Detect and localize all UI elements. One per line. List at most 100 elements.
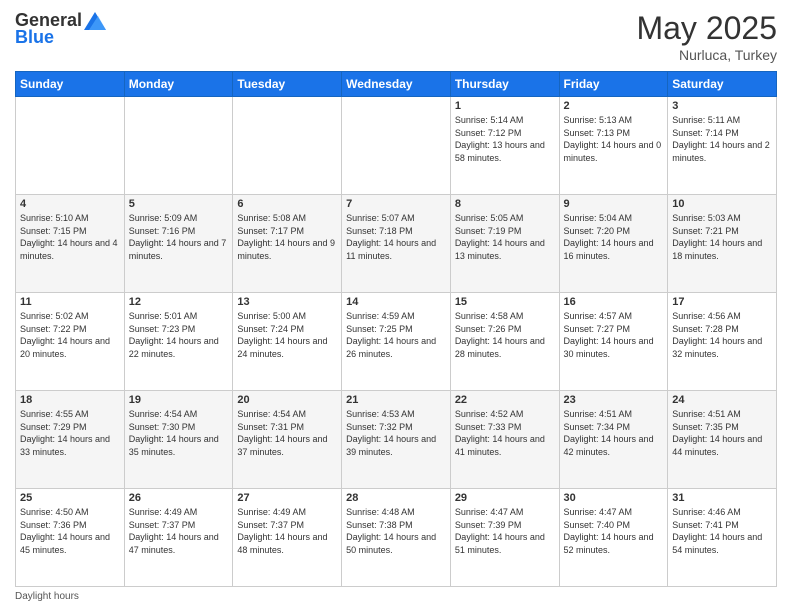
calendar-row-4: 25Sunrise: 4:50 AM Sunset: 7:36 PM Dayli… [16, 489, 777, 587]
calendar-cell: 28 Sunrise: 4:48 AM Sunset: 7:38 PM Dayli… [342, 489, 451, 587]
calendar-cell: 29 Sunrise: 4:47 AM Sunset: 7:39 PM Dayli… [450, 489, 559, 587]
day-info: Sunrise: 4:58 AM Sunset: 7:26 PM Dayligh… [455, 310, 555, 360]
calendar-cell [124, 97, 233, 195]
col-sunday: Sunday [16, 72, 125, 97]
day-info: Sunrise: 4:54 AM Sunset: 7:31 PM Dayligh… [237, 408, 337, 458]
day-info: Sunrise: 5:09 AM Sunset: 7:16 PM Dayligh… [129, 212, 229, 262]
day-info: Sunrise: 5:02 AM Sunset: 7:22 PM Dayligh… [20, 310, 120, 360]
calendar-cell: 18 Sunrise: 4:55 AM Sunset: 7:29 PM Dayli… [16, 391, 125, 489]
day-number: 6 [237, 198, 337, 210]
calendar-cell: 13Sunrise: 5:00 AM Sunset: 7:24 PM Dayli… [233, 293, 342, 391]
day-info: Sunrise: 4:59 AM Sunset: 7:25 PM Dayligh… [346, 310, 446, 360]
day-info: Sunrise: 4:48 AM Sunset: 7:38 PM Dayligh… [346, 506, 446, 556]
calendar-table: Sunday Monday Tuesday Wednesday Thursday… [15, 71, 777, 587]
day-number: 26 [129, 492, 229, 504]
day-info: Sunrise: 5:11 AM Sunset: 7:14 PM Dayligh… [672, 114, 772, 164]
day-number: 12 [129, 296, 229, 308]
day-number: 29 [455, 492, 555, 504]
calendar-cell [342, 97, 451, 195]
day-info: Sunrise: 5:05 AM Sunset: 7:19 PM Dayligh… [455, 212, 555, 262]
day-number: 31 [672, 492, 772, 504]
calendar-row-3: 18 Sunrise: 4:55 AM Sunset: 7:29 PM Dayli… [16, 391, 777, 489]
day-info: Sunrise: 4:56 AM Sunset: 7:28 PM Dayligh… [672, 310, 772, 360]
calendar-header-row: Sunday Monday Tuesday Wednesday Thursday… [16, 72, 777, 97]
logo-blue: Blue [15, 27, 54, 48]
calendar-cell: 21 Sunrise: 4:53 AM Sunset: 7:32 PM Dayli… [342, 391, 451, 489]
calendar-cell: 30 Sunrise: 4:47 AM Sunset: 7:40 PM Dayli… [559, 489, 668, 587]
day-number: 19 [129, 394, 229, 406]
day-info: Sunrise: 5:08 AM Sunset: 7:17 PM Dayligh… [237, 212, 337, 262]
title-month: May 2025 [636, 10, 777, 47]
calendar-cell: 9Sunrise: 5:04 AM Sunset: 7:20 PM Daylig… [559, 195, 668, 293]
calendar-cell: 20 Sunrise: 4:54 AM Sunset: 7:31 PM Dayli… [233, 391, 342, 489]
col-wednesday: Wednesday [342, 72, 451, 97]
day-info: Sunrise: 5:13 AM Sunset: 7:13 PM Dayligh… [564, 114, 664, 164]
calendar-cell: 4 Sunrise: 5:10 AM Sunset: 7:15 PM Daylig… [16, 195, 125, 293]
day-number: 27 [237, 492, 337, 504]
day-number: 20 [237, 394, 337, 406]
logo: General Blue [15, 10, 106, 48]
calendar-cell: 27Sunrise: 4:49 AM Sunset: 7:37 PM Dayli… [233, 489, 342, 587]
day-number: 14 [346, 296, 446, 308]
day-number: 16 [564, 296, 664, 308]
day-number: 22 [455, 394, 555, 406]
calendar-cell: 31Sunrise: 4:46 AM Sunset: 7:41 PM Dayli… [668, 489, 777, 587]
day-info: Sunrise: 4:51 AM Sunset: 7:34 PM Dayligh… [564, 408, 664, 458]
col-monday: Monday [124, 72, 233, 97]
day-info: Sunrise: 4:47 AM Sunset: 7:40 PM Dayligh… [564, 506, 664, 556]
day-info: Sunrise: 4:52 AM Sunset: 7:33 PM Dayligh… [455, 408, 555, 458]
day-info: Sunrise: 5:03 AM Sunset: 7:21 PM Dayligh… [672, 212, 772, 262]
calendar-cell: 23Sunrise: 4:51 AM Sunset: 7:34 PM Dayli… [559, 391, 668, 489]
day-number: 8 [455, 198, 555, 210]
day-number: 10 [672, 198, 772, 210]
col-tuesday: Tuesday [233, 72, 342, 97]
calendar-row-0: 1 Sunrise: 5:14 AM Sunset: 7:12 PM Daylig… [16, 97, 777, 195]
day-number: 3 [672, 100, 772, 112]
day-number: 9 [564, 198, 664, 210]
day-number: 25 [20, 492, 120, 504]
day-info: Sunrise: 4:55 AM Sunset: 7:29 PM Dayligh… [20, 408, 120, 458]
calendar-cell: 1 Sunrise: 5:14 AM Sunset: 7:12 PM Daylig… [450, 97, 559, 195]
day-info: Sunrise: 4:53 AM Sunset: 7:32 PM Dayligh… [346, 408, 446, 458]
col-saturday: Saturday [668, 72, 777, 97]
day-number: 2 [564, 100, 664, 112]
day-number: 13 [237, 296, 337, 308]
calendar-cell: 24Sunrise: 4:51 AM Sunset: 7:35 PM Dayli… [668, 391, 777, 489]
calendar-cell: 2 Sunrise: 5:13 AM Sunset: 7:13 PM Daylig… [559, 97, 668, 195]
day-number: 5 [129, 198, 229, 210]
col-friday: Friday [559, 72, 668, 97]
day-number: 1 [455, 100, 555, 112]
calendar-cell [16, 97, 125, 195]
day-number: 28 [346, 492, 446, 504]
day-number: 11 [20, 296, 120, 308]
title-location: Nurluca, Turkey [636, 47, 777, 63]
day-number: 18 [20, 394, 120, 406]
calendar-cell: 5 Sunrise: 5:09 AM Sunset: 7:16 PM Daylig… [124, 195, 233, 293]
day-info: Sunrise: 5:07 AM Sunset: 7:18 PM Dayligh… [346, 212, 446, 262]
day-number: 4 [20, 198, 120, 210]
day-number: 7 [346, 198, 446, 210]
calendar-cell: 3 Sunrise: 5:11 AM Sunset: 7:14 PM Daylig… [668, 97, 777, 195]
day-info: Sunrise: 5:10 AM Sunset: 7:15 PM Dayligh… [20, 212, 120, 262]
calendar-row-2: 11 Sunrise: 5:02 AM Sunset: 7:22 PM Dayli… [16, 293, 777, 391]
calendar-cell: 17Sunrise: 4:56 AM Sunset: 7:28 PM Dayli… [668, 293, 777, 391]
calendar-cell: 8 Sunrise: 5:05 AM Sunset: 7:19 PM Daylig… [450, 195, 559, 293]
calendar-row-1: 4 Sunrise: 5:10 AM Sunset: 7:15 PM Daylig… [16, 195, 777, 293]
calendar-cell: 22 Sunrise: 4:52 AM Sunset: 7:33 PM Dayli… [450, 391, 559, 489]
day-number: 21 [346, 394, 446, 406]
header: General Blue May 2025 Nurluca, Turkey [15, 10, 777, 63]
page: General Blue May 2025 Nurluca, Turkey Su… [0, 0, 792, 612]
day-info: Sunrise: 5:14 AM Sunset: 7:12 PM Dayligh… [455, 114, 555, 164]
col-thursday: Thursday [450, 72, 559, 97]
day-info: Sunrise: 4:57 AM Sunset: 7:27 PM Dayligh… [564, 310, 664, 360]
calendar-cell: 6 Sunrise: 5:08 AM Sunset: 7:17 PM Daylig… [233, 195, 342, 293]
daylight-hours-label: Daylight hours [15, 591, 79, 602]
calendar-cell: 19Sunrise: 4:54 AM Sunset: 7:30 PM Dayli… [124, 391, 233, 489]
logo-icon [84, 12, 106, 30]
calendar-cell: 7 Sunrise: 5:07 AM Sunset: 7:18 PM Daylig… [342, 195, 451, 293]
calendar-cell: 12 Sunrise: 5:01 AM Sunset: 7:23 PM Dayli… [124, 293, 233, 391]
day-info: Sunrise: 4:47 AM Sunset: 7:39 PM Dayligh… [455, 506, 555, 556]
day-number: 15 [455, 296, 555, 308]
day-number: 30 [564, 492, 664, 504]
day-info: Sunrise: 5:01 AM Sunset: 7:23 PM Dayligh… [129, 310, 229, 360]
